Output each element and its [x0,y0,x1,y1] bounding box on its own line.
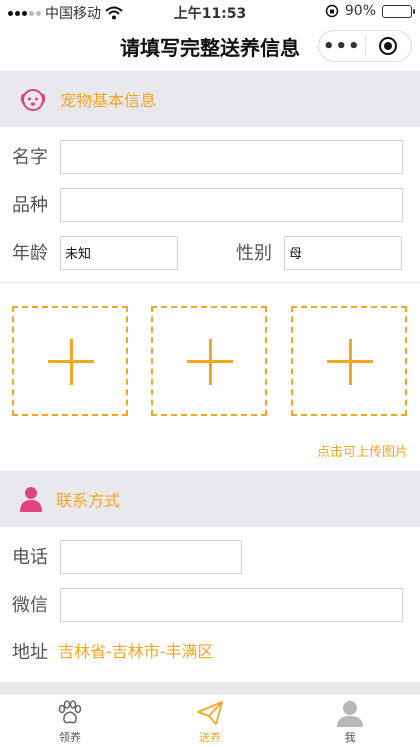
target-icon [379,37,398,55]
status-right: 90% [325,3,415,19]
breed-input[interactable] [60,188,403,222]
section-gap [0,682,420,693]
tab-me[interactable]: 我 [280,694,420,747]
name-label: 名字 [12,147,48,168]
contact-title: 联系方式 [56,491,121,510]
upload-slot-3[interactable] [291,306,407,416]
battery-icon [382,4,415,18]
phone-label: 电话 [12,547,48,568]
tab-adopt[interactable]: 领养 [0,694,140,747]
more-button[interactable]: ••• [319,36,365,57]
status-bar: 中国移动 上午11:53 90% [0,0,420,24]
tab-rehome-label: 送养 [199,731,221,744]
paper-plane-icon [197,701,223,725]
person-icon [20,487,42,512]
close-mini-program-button[interactable] [365,37,411,55]
address-picker[interactable]: 吉林省-吉林市-丰满区 [58,638,214,662]
breed-label: 品种 [12,195,48,216]
address-label: 地址 [12,642,48,663]
tab-me-label: 我 [344,731,356,744]
paw-icon [58,700,82,724]
age-label: 年龄 [12,243,48,264]
dog-face-icon [20,89,46,111]
contact-header: 联系方式 [0,471,420,527]
orientation-lock-icon [325,4,339,18]
name-input[interactable] [60,140,403,174]
gender-select[interactable]: 母 [284,236,402,270]
gender-label: 性别 [236,243,272,264]
user-icon [337,701,363,727]
tab-rehome[interactable]: 送养 [140,694,280,747]
phone-input[interactable] [60,540,242,574]
upload-hint: 点击可上传图片 [316,445,408,460]
pet-info-header: 宠物基本信息 [0,71,420,127]
mini-program-capsule: ••• [318,30,412,62]
battery-percent: 90% [344,3,376,19]
age-select[interactable]: 未知 [60,236,178,270]
form-divider [0,282,420,283]
upload-slot-2[interactable] [151,306,267,416]
upload-slot-1[interactable] [12,306,128,416]
wechat-label: 微信 [12,595,48,616]
pet-info-title: 宠物基本信息 [60,91,157,110]
wechat-input[interactable] [60,588,403,622]
nav-bar: 请填写完整送养信息 ••• [0,24,420,70]
tab-adopt-label: 领养 [59,731,81,744]
tab-bar: 领养 送养 我 [0,693,420,747]
